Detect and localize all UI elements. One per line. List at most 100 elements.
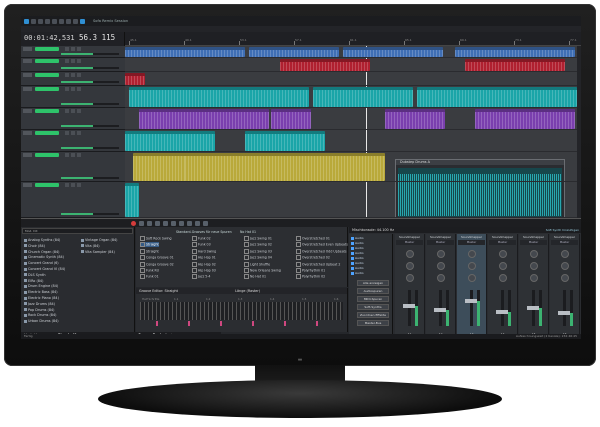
groove-item[interactable]: Jazz Swing 02	[244, 242, 272, 247]
instrument-item[interactable]: Electric Piano (84)	[24, 296, 59, 300]
mixer-track-toggle[interactable]: Audio	[351, 271, 364, 275]
instrument-item[interactable]: Analog Synths (84)	[24, 238, 60, 242]
pan-knob-icon[interactable]	[437, 262, 445, 270]
channel-output-select[interactable]: Master	[396, 240, 423, 245]
groove-item[interactable]: Conga Groove 01	[140, 255, 174, 260]
instrument-item[interactable]: Concert Grand (6)	[24, 261, 59, 265]
mixer-track-toggle[interactable]: Audio	[351, 251, 364, 255]
mute-icon[interactable]	[65, 153, 69, 157]
pan-knob-icon[interactable]	[406, 274, 414, 282]
track-name-field[interactable]	[35, 73, 59, 77]
groove-item[interactable]: Funk 03	[192, 242, 211, 247]
groove-item[interactable]: Overstretched Odd Upbeats	[296, 249, 347, 254]
audio-event[interactable]	[271, 109, 311, 129]
instrument-item[interactable]: Drum Engine (84)	[24, 284, 58, 288]
track-name-field[interactable]	[35, 109, 59, 113]
track-lane[interactable]	[125, 130, 581, 152]
arrangement-view[interactable]: Dubstep Drums A	[125, 46, 581, 218]
groove-item[interactable]: Hard Swing	[192, 249, 216, 254]
instrument-item[interactable]: DLS Synth	[24, 273, 46, 277]
audio-event[interactable]	[245, 131, 325, 151]
mixer-track-toggle[interactable]: Audio	[351, 241, 364, 245]
new-project-icon[interactable]	[24, 18, 29, 24]
record-icon[interactable]	[131, 221, 136, 226]
instrument-item[interactable]: Vita (84)	[81, 244, 100, 248]
groove-marker[interactable]	[284, 321, 286, 326]
track-header[interactable]	[21, 86, 125, 108]
track-lane[interactable]	[125, 86, 581, 108]
audio-event[interactable]	[125, 131, 215, 151]
pan-knob-icon[interactable]	[530, 262, 538, 270]
snap-icon[interactable]	[80, 18, 85, 24]
pan-knob-icon[interactable]	[437, 250, 445, 258]
pan-knob-icon[interactable]	[499, 274, 507, 282]
groove-marker[interactable]	[252, 321, 254, 326]
channel-output-select[interactable]: Master	[489, 240, 516, 245]
save-icon[interactable]	[38, 18, 43, 24]
track-header[interactable]	[21, 130, 125, 152]
mute-icon[interactable]	[65, 131, 69, 135]
track-name-field[interactable]	[35, 153, 59, 157]
track-lane[interactable]	[125, 182, 581, 218]
undo-icon[interactable]	[66, 18, 71, 24]
channel-output-select[interactable]: Master	[551, 240, 578, 245]
audio-event[interactable]	[125, 73, 145, 85]
mute-icon[interactable]	[65, 59, 69, 63]
record-arm-icon[interactable]	[77, 109, 81, 113]
instrument-item[interactable]: Choir (84)	[24, 244, 45, 248]
loop-icon[interactable]	[139, 221, 144, 226]
track-volume-slider[interactable]	[61, 81, 119, 83]
track-header[interactable]	[21, 182, 125, 218]
track-name-field[interactable]	[35, 87, 59, 91]
groove-marker[interactable]	[316, 321, 318, 326]
groove-item[interactable]: Light Shuffle	[244, 262, 270, 267]
instrument-item[interactable]: Jazz Drums (84)	[24, 302, 55, 306]
track-name-field[interactable]	[35, 47, 59, 51]
volume-fader-track[interactable]	[470, 290, 473, 326]
groove-item[interactable]: Overstretched 01	[296, 236, 330, 241]
solo-icon[interactable]	[71, 109, 75, 113]
track-volume-slider[interactable]	[61, 147, 119, 149]
solo-icon[interactable]	[71, 73, 75, 77]
groove-item[interactable]: Jazz 5-4	[192, 274, 210, 279]
groove-item[interactable]: Funk Rd	[140, 268, 159, 273]
mixer-filter-button[interactable]: MIDI-Spuren	[357, 296, 389, 302]
groove-item[interactable]: Overstretched Even Upbeats	[296, 242, 348, 247]
pan-knob-icon[interactable]	[468, 274, 476, 282]
track-lane[interactable]	[125, 108, 581, 130]
audio-event[interactable]	[125, 47, 245, 57]
track-header[interactable]	[21, 152, 125, 182]
pan-knob-icon[interactable]	[530, 274, 538, 282]
solo-icon[interactable]	[71, 59, 75, 63]
instrument-item[interactable]: Concert Grand VI (84)	[24, 267, 65, 271]
play-icon[interactable]	[155, 221, 160, 226]
audio-event[interactable]	[185, 153, 385, 181]
mixer-track-toggle[interactable]: Audio	[351, 236, 364, 240]
groove-item[interactable]: Jazz Swing 03	[244, 249, 272, 254]
groove-item[interactable]: Funk 02	[192, 236, 211, 241]
groove-item[interactable]: Polyrhythm 01	[296, 268, 325, 273]
track-lane[interactable]	[125, 152, 581, 182]
volume-fader-track[interactable]	[563, 290, 566, 326]
mute-icon[interactable]	[65, 47, 69, 51]
track-name-field[interactable]	[35, 183, 59, 187]
pan-knob-icon[interactable]	[561, 274, 569, 282]
solo-icon[interactable]	[71, 183, 75, 187]
track-volume-slider[interactable]	[61, 213, 119, 215]
pan-knob-icon[interactable]	[499, 262, 507, 270]
timeline-ruler[interactable]: 45.1 49.1 53.1 57.1 61.1 65.1 69.1 73.1 77.1	[125, 32, 581, 46]
audio-event[interactable]	[139, 109, 269, 129]
track-header[interactable]	[21, 58, 125, 72]
instrument-item[interactable]: Church Organ (84)	[24, 250, 60, 254]
solo-icon[interactable]	[71, 153, 75, 157]
mixer-filter-button[interactable]: Audiospuren	[357, 288, 389, 294]
groove-marker[interactable]	[220, 321, 222, 326]
pan-knob-icon[interactable]	[499, 250, 507, 258]
mixer-filter-button[interactable]: Alle anzeigen	[357, 280, 389, 286]
prev-icon[interactable]	[179, 221, 184, 226]
mixer-filter-button[interactable]: Zuordnen Effekte	[357, 312, 389, 318]
solo-icon[interactable]	[71, 131, 75, 135]
play-from-start-icon[interactable]	[147, 221, 152, 226]
groove-item[interactable]: Polyrhythm 02	[296, 274, 325, 279]
pan-knob-icon[interactable]	[406, 250, 414, 258]
